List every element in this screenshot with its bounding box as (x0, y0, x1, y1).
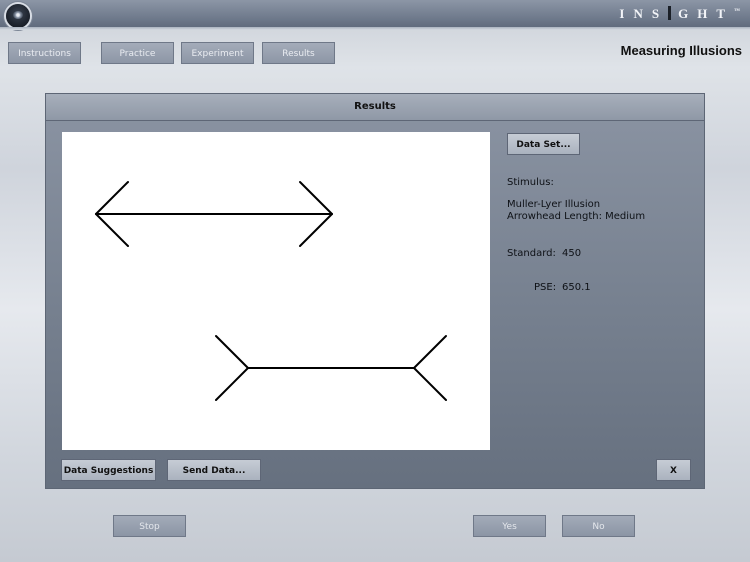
stimulus-canvas (62, 132, 490, 450)
close-button[interactable]: X (656, 459, 691, 481)
yes-button[interactable]: Yes (473, 515, 546, 537)
standard-label: Standard: (507, 248, 556, 259)
send-data-button[interactable]: Send Data... (167, 459, 261, 481)
eye-icon[interactable] (6, 4, 30, 28)
data-suggestions-button[interactable]: Data Suggestions (61, 459, 156, 481)
insight-logo: INS GHT™ (619, 6, 740, 21)
top-bar: INS GHT™ (0, 0, 750, 30)
arrows-inward (215, 335, 447, 401)
arrows-outward (95, 181, 333, 247)
stimulus-name: Muller-Lyer Illusion (507, 199, 601, 210)
arrowhead-length: Arrowhead Length: Medium (507, 211, 646, 222)
tab-experiment[interactable]: Experiment (181, 42, 254, 64)
tab-results[interactable]: Results (262, 42, 335, 64)
results-panel: Results Data Set... Stimulus: Muller-Lye… (46, 94, 704, 488)
stop-button[interactable]: Stop (113, 515, 186, 537)
tab-instructions[interactable]: Instructions (8, 42, 81, 64)
tab-practice[interactable]: Practice (101, 42, 174, 64)
data-set-button[interactable]: Data Set... (507, 133, 580, 155)
no-button[interactable]: No (562, 515, 635, 537)
pse-value: 650.1 (562, 282, 591, 293)
standard-value: 450 (562, 248, 582, 259)
pse-label: PSE: (534, 282, 557, 293)
stimulus-label: Stimulus: (507, 177, 554, 188)
muller-lyer-figure (95, 181, 447, 401)
results-panel-title: Results (46, 94, 704, 121)
page-title: Measuring Illusions (620, 43, 742, 58)
